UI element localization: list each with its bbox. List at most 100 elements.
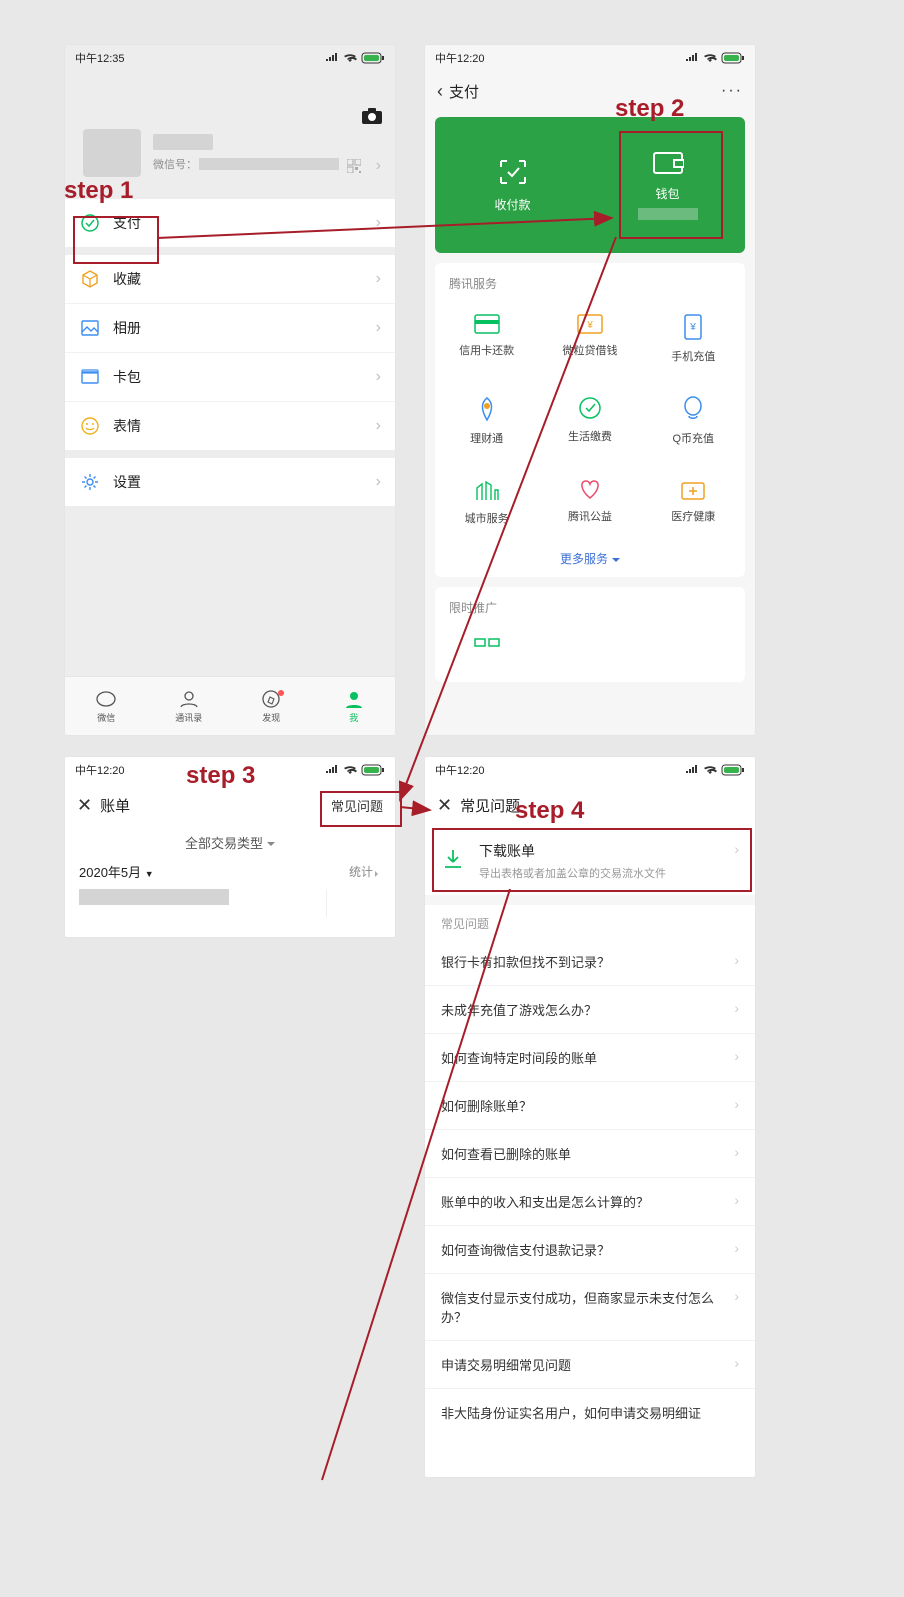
svc-qb[interactable]: Q币充值	[642, 382, 745, 464]
faq-text: 如何删除账单？	[441, 1099, 532, 1114]
faq-q4[interactable]: 如何删除账单？ ›	[425, 1081, 755, 1129]
faq-q1[interactable]: 银行卡有扣款但找不到记录？›	[425, 938, 755, 985]
wallet-label: 钱包	[655, 185, 679, 202]
wallet-balance-redacted	[638, 208, 698, 220]
status-bar: 中午12:20	[425, 757, 755, 783]
faq-text: 账单中的收入和支出是怎么计算的？	[441, 1195, 649, 1210]
chevron-right-icon: ›	[734, 1144, 739, 1160]
svg-text:¥: ¥	[586, 320, 593, 331]
pay-card: 收付款 钱包	[435, 117, 745, 253]
faq-q7[interactable]: 如何查询微信支付退款记录？›	[425, 1225, 755, 1273]
faq-list: 银行卡有扣款但找不到记录？› 未成年充值了游戏怎么办？› 如何查询特定时间段的账…	[425, 938, 755, 1436]
more-services[interactable]: 更多服务	[435, 544, 745, 573]
faq-q6[interactable]: 账单中的收入和支出是怎么计算的？›	[425, 1177, 755, 1225]
tab-contacts[interactable]: 通讯录	[148, 677, 231, 735]
menu-settings[interactable]: 设置 ›	[65, 458, 395, 506]
wifi-icon	[703, 765, 717, 775]
menu-favorites[interactable]: 收藏 ›	[65, 255, 395, 303]
download-bill[interactable]: 下载账单 导出表格或者加盖公章的交易流水文件 ›	[425, 827, 755, 895]
promo-item[interactable]	[435, 624, 538, 682]
status-bar: 中午12:35	[65, 45, 395, 71]
svc-label: 信用卡还款	[459, 342, 514, 358]
page-title: 常见问题	[460, 795, 520, 816]
tab-wechat[interactable]: 微信	[65, 677, 148, 735]
menu-stickers[interactable]: 表情 ›	[65, 401, 395, 450]
svc-life[interactable]: 生活缴费	[538, 382, 641, 464]
faq-q2[interactable]: 未成年充值了游戏怎么办？›	[425, 985, 755, 1033]
close-button[interactable]: ✕	[77, 795, 92, 816]
signal-icon	[325, 764, 339, 777]
wechat-id-redacted	[199, 158, 339, 170]
card-icon	[79, 366, 101, 388]
chevron-right-icon: ›	[376, 157, 381, 175]
status-time: 中午12:20	[75, 762, 125, 778]
battery-icon	[361, 52, 385, 64]
tencent-services: 腾讯服务 信用卡还款 ¥微粒贷借钱 ¥手机充值 理财通 生活缴费 Q币充值 城市…	[435, 263, 745, 577]
svc-recharge[interactable]: ¥手机充值	[642, 300, 745, 382]
back-button[interactable]: ‹	[437, 81, 443, 102]
svc-city[interactable]: 城市服务	[435, 464, 538, 544]
menu-label: 设置	[113, 472, 141, 492]
wallet[interactable]: 钱包	[590, 117, 745, 253]
faq-text: 申请交易明细常见问题	[441, 1358, 571, 1373]
menu-album[interactable]: 相册 ›	[65, 303, 395, 352]
svc-loan[interactable]: ¥ 微粒贷借钱	[538, 300, 641, 382]
signal-icon	[685, 764, 699, 777]
svc-label: 手机充值	[671, 348, 715, 364]
svc-credit[interactable]: 信用卡还款	[435, 300, 538, 382]
status-time: 中午12:20	[435, 762, 485, 778]
signal-icon	[685, 52, 699, 65]
faq-q10[interactable]: 非大陆身份证实名用户，如何申请交易明细证	[425, 1388, 755, 1436]
wechat-id-label: 微信号：	[153, 156, 197, 172]
tab-label: 通讯录	[175, 711, 202, 724]
faq-q9[interactable]: 申请交易明细常见问题 ›	[425, 1340, 755, 1388]
faq-q8[interactable]: 微信支付显示支付成功，但商家显示未支付怎么办？›	[425, 1273, 755, 1340]
month-label: 2020年5月	[79, 865, 141, 880]
pay-header: ‹ 支付 ···	[425, 71, 755, 111]
svc-medical[interactable]: 医疗健康	[642, 464, 745, 544]
more-button[interactable]: ···	[721, 82, 743, 100]
filter-dropdown[interactable]: 全部交易类型	[65, 827, 395, 858]
menu-label: 相册	[113, 318, 141, 338]
month-selector[interactable]: 2020年5月 ▼	[79, 862, 154, 881]
page-title: 支付	[449, 81, 479, 102]
download-title: 下载账单	[479, 841, 666, 861]
qr-icon[interactable]	[347, 159, 361, 178]
svc-label: 微粒贷借钱	[562, 342, 617, 358]
menu-pay[interactable]: 支付 ›	[65, 199, 395, 247]
image-icon	[79, 317, 101, 339]
chevron-right-icon: ›	[734, 1355, 739, 1371]
faq-text: 如何查询特定时间段的账单	[441, 1051, 597, 1066]
receive-pay[interactable]: 收付款	[435, 117, 590, 253]
svc-gongyi[interactable]: 腾讯公益	[538, 464, 641, 544]
battery-icon	[721, 764, 745, 776]
svc-label: 医疗健康	[671, 508, 715, 524]
chevron-right-icon: ›	[376, 270, 381, 288]
status-right	[685, 764, 745, 777]
tab-discover[interactable]: 发现	[230, 677, 313, 735]
chevron-right-icon: ›	[734, 1096, 739, 1112]
close-button[interactable]: ✕	[437, 795, 452, 816]
faq-button[interactable]: 常见问题	[331, 796, 383, 815]
status-right	[325, 52, 385, 65]
svc-licai[interactable]: 理财通	[435, 382, 538, 464]
cube-icon	[79, 268, 101, 290]
battery-icon	[361, 764, 385, 776]
status-bar: 中午12:20	[65, 757, 395, 783]
chevron-right-icon: ›	[734, 841, 739, 857]
tab-bar: 微信 通讯录 发现 我	[65, 676, 395, 735]
tab-me[interactable]: 我	[313, 677, 396, 735]
menu-cards[interactable]: 卡包 ›	[65, 352, 395, 401]
chevron-right-icon: ›	[376, 473, 381, 491]
menu-label: 收藏	[113, 269, 141, 289]
faq-q3[interactable]: 如何查询特定时间段的账单›	[425, 1033, 755, 1081]
profile-row[interactable]: 微信号： ›	[65, 121, 395, 191]
filter-label: 全部交易类型	[185, 836, 263, 851]
faq-q5[interactable]: 如何查看已删除的账单›	[425, 1129, 755, 1177]
faq-text: 如何查询微信支付退款记录？	[441, 1243, 610, 1258]
signal-icon	[325, 52, 339, 65]
chevron-right-icon: ›	[734, 1288, 739, 1304]
stats-button[interactable]: 统计	[349, 863, 381, 880]
section-title: 限时推广	[435, 597, 745, 624]
notification-dot	[278, 690, 284, 696]
